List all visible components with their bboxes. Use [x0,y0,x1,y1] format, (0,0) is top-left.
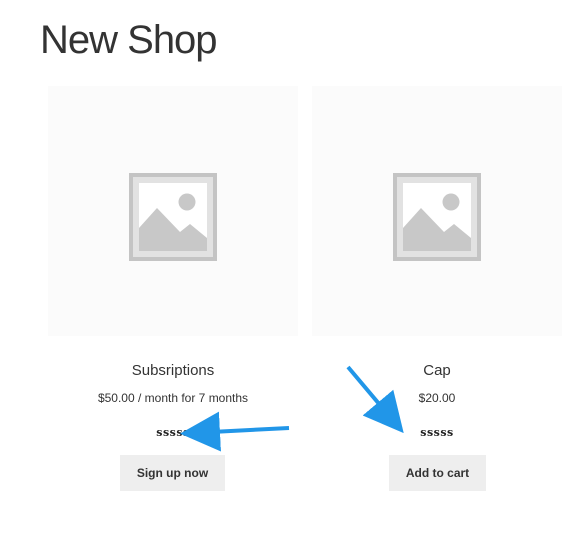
product-custom-field: sssss [156,426,190,439]
product-name[interactable]: Subsriptions [48,362,298,379]
product-name[interactable]: Cap [312,362,562,379]
product-image[interactable] [48,86,298,336]
product-card-subscriptions: Subsriptions $50.00 / month for 7 months… [48,86,298,491]
product-price: $20.00 [418,391,456,405]
product-card-cap: Cap $20.00 sssss Add to cart [312,86,562,491]
product-custom-field: sssss [420,426,454,439]
product-price: $50.00 / month for 7 months [97,391,249,405]
add-to-cart-button[interactable]: Add to cart [389,455,486,491]
page-title: New Shop [40,18,218,62]
placeholder-image-icon [393,173,481,261]
sign-up-now-button[interactable]: Sign up now [120,455,225,491]
placeholder-image-icon [129,173,217,261]
product-image[interactable] [312,86,562,336]
